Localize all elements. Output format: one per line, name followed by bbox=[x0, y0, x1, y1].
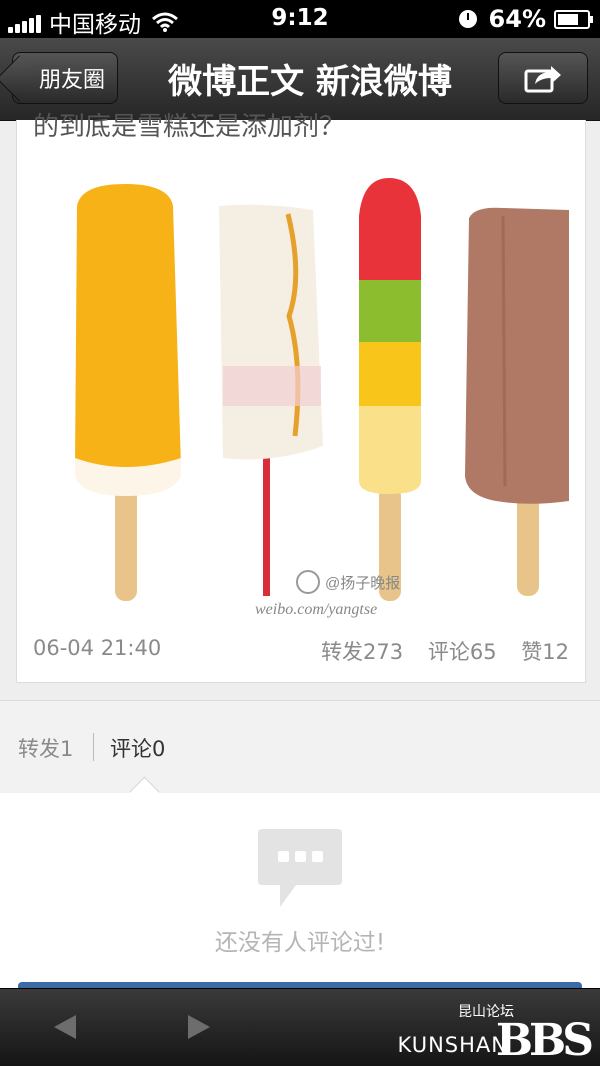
tab-divider bbox=[93, 733, 94, 761]
tab-reposts[interactable]: 转发1 bbox=[18, 733, 73, 763]
post-card: 的到底是雪糕还是添加剂？ @扬子晚报 weibo.com/yangtse 06-… bbox=[16, 112, 586, 683]
share-icon bbox=[524, 66, 561, 93]
post-meta: 06-04 21:40 转发273 评论65 赞12 bbox=[33, 636, 569, 666]
battery-percent: 64% bbox=[488, 5, 546, 33]
watermark-bbs: BBS bbox=[495, 1015, 594, 1066]
post-timestamp: 06-04 21:40 bbox=[33, 636, 162, 660]
popsicles-image: @扬子晚报 weibo.com/yangtse bbox=[75, 178, 569, 618]
page-title: 微博正文 新浪微博 bbox=[168, 62, 452, 102]
share-button[interactable] bbox=[498, 52, 588, 104]
post-text: 的到底是雪糕还是添加剂？ bbox=[33, 112, 346, 142]
status-bar: 中国移动 9:12 64% bbox=[0, 0, 600, 38]
repost-count[interactable]: 转发273 bbox=[321, 640, 403, 664]
battery-icon bbox=[554, 9, 593, 29]
back-button-label: 朋友圈 bbox=[38, 68, 105, 93]
empty-state-text: 还没有人评论过! bbox=[214, 930, 386, 956]
like-count[interactable]: 赞12 bbox=[521, 640, 569, 664]
comments-empty-state: 还没有人评论过! bbox=[0, 793, 600, 988]
back-button[interactable]: 朋友圈 bbox=[12, 52, 118, 104]
post-image[interactable]: @扬子晚报 weibo.com/yangtse bbox=[33, 146, 569, 624]
tab-comments[interactable]: 评论0 bbox=[110, 733, 165, 763]
alarm-clock-icon bbox=[458, 10, 477, 28]
comment-bubble-icon bbox=[258, 829, 342, 907]
image-watermark-url: weibo.com/yangtse bbox=[255, 601, 377, 618]
browser-toolbar: 昆山论坛 KUNSHAN BBS bbox=[0, 988, 600, 1066]
browser-forward-icon[interactable] bbox=[186, 1013, 212, 1041]
browser-back-icon[interactable] bbox=[52, 1013, 78, 1041]
watermark-kunshan: KUNSHAN bbox=[397, 1033, 508, 1057]
tab-bar: 转发1 评论0 bbox=[0, 700, 600, 794]
comment-count[interactable]: 评论65 bbox=[428, 640, 497, 664]
image-watermark-handle: @扬子晚报 bbox=[325, 575, 400, 592]
